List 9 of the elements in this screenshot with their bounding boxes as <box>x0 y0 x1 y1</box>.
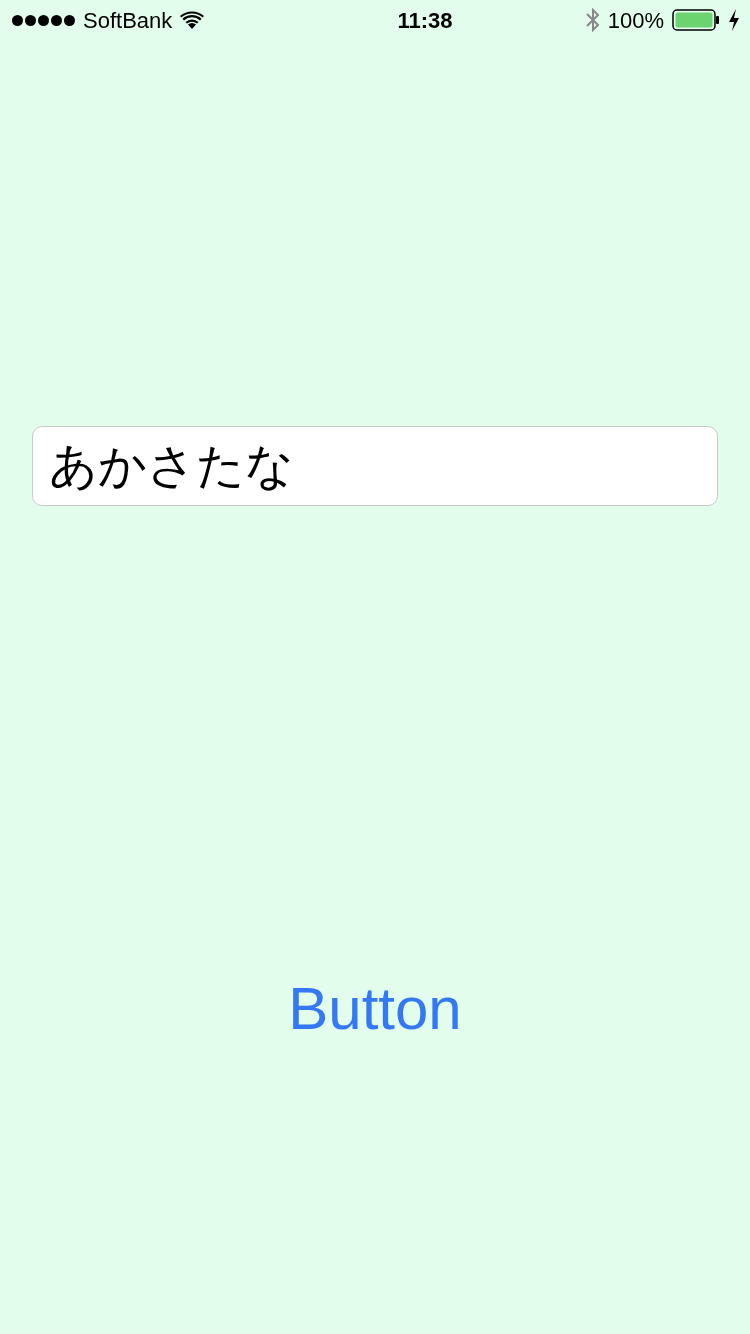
button[interactable]: Button <box>284 976 466 1042</box>
bluetooth-icon <box>585 8 600 32</box>
status-time: 11:38 <box>397 6 453 35</box>
text-field[interactable]: あかさたな <box>32 426 718 506</box>
signal-icon <box>12 14 75 26</box>
carrier-name: SoftBank <box>83 6 173 35</box>
battery-percent: 100% <box>607 6 664 35</box>
battery-icon <box>672 9 720 31</box>
wifi-icon <box>180 11 205 29</box>
